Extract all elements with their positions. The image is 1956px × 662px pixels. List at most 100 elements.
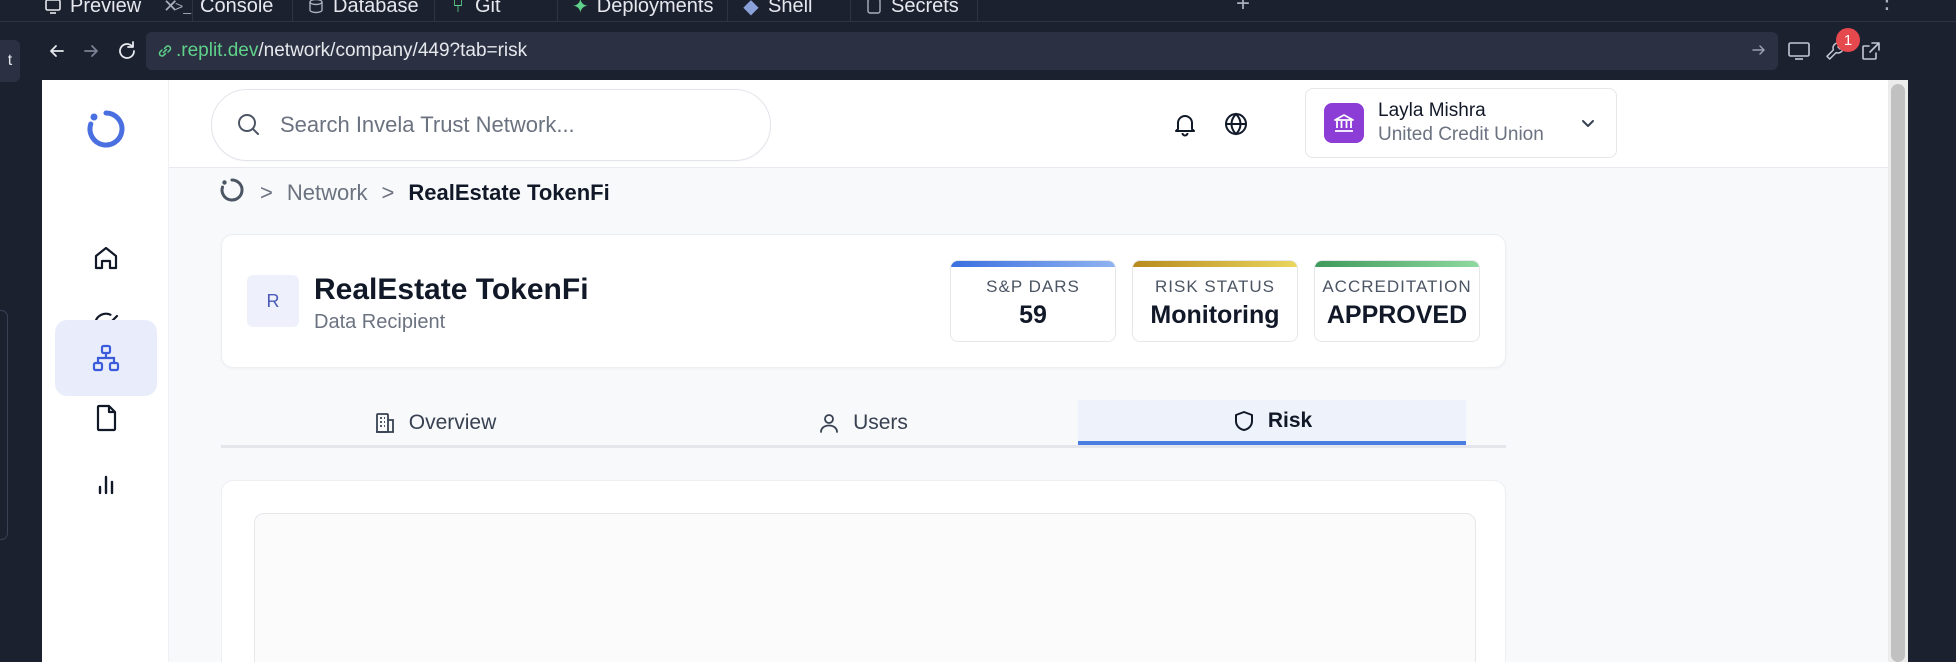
- sidebar-item-files[interactable]: [55, 380, 157, 456]
- breadcrumb: > Network > RealEstate TokenFi: [218, 178, 610, 208]
- ide-tab-git[interactable]: ⑂ Git: [435, 0, 558, 21]
- bell-icon: [1175, 115, 1195, 137]
- company-avatar: R: [247, 275, 299, 327]
- reload-button[interactable]: [112, 36, 142, 66]
- breadcrumb-current: RealEstate TokenFi: [408, 180, 610, 205]
- url-field[interactable]: .replit.dev/network/company/449?tab=risk: [146, 32, 1778, 70]
- add-tab-button[interactable]: +: [1236, 0, 1250, 18]
- invela-logo-icon: [87, 110, 125, 148]
- user-icon: [820, 413, 838, 433]
- stat-label: ACCREDITATION: [1322, 277, 1472, 296]
- lock-icon: [865, 0, 883, 15]
- terminal-icon: >_: [175, 0, 191, 14]
- tab-users[interactable]: Users: [648, 400, 1077, 445]
- git-icon: ⑂: [452, 0, 464, 17]
- chevron-down-icon: [1578, 113, 1598, 138]
- ide-tab-secrets[interactable]: Secrets: [851, 0, 978, 21]
- open-url-icon[interactable]: [1750, 41, 1768, 65]
- company-type: Data Recipient: [314, 311, 446, 333]
- stat-value: APPROVED: [1326, 301, 1468, 329]
- ide-tab-label: Git: [475, 0, 501, 17]
- stat-label: S&P DARS: [986, 277, 1080, 296]
- ide-tab-database[interactable]: Database: [293, 0, 435, 21]
- risk-content-panel: [254, 513, 1476, 662]
- address-bar-row: .replit.dev/network/company/449?tab=risk: [42, 22, 1956, 80]
- network-icon: [92, 344, 120, 372]
- ide-tab-label: Deployments: [596, 0, 714, 17]
- shell-icon: ◆: [743, 0, 759, 18]
- arrow-left-icon: [50, 45, 64, 57]
- ide-tab-label: Console: [200, 0, 274, 17]
- database-icon: [307, 0, 325, 15]
- stat-accent-bar: [1133, 261, 1297, 267]
- scrollbar-thumb[interactable]: [1891, 84, 1905, 662]
- tab-label: Risk: [1267, 408, 1313, 432]
- sidebar-item-home[interactable]: [55, 220, 157, 296]
- company-tabs: Overview Users Risk: [221, 400, 1506, 448]
- ide-tab-bar: Preview ✕ >_ Console Database ⑂ Git ✦ De…: [0, 0, 1956, 22]
- notifications-button[interactable]: [1169, 108, 1201, 140]
- company-header-card: R RealEstate TokenFi Data Recipient S&P …: [221, 234, 1506, 368]
- building-icon: [375, 412, 394, 433]
- monitor-icon: [1788, 42, 1810, 60]
- org-avatar: [1324, 103, 1364, 143]
- company-name: RealEstate TokenFi: [314, 273, 589, 306]
- risk-content-card: [221, 480, 1506, 662]
- sidebar-item-insights[interactable]: [55, 446, 157, 522]
- tab-label: Users: [853, 410, 908, 434]
- ide-tab-label: Database: [333, 0, 419, 17]
- home-icon: [94, 246, 118, 270]
- panel-toggle-label: t: [7, 52, 13, 69]
- ide-tab-console[interactable]: >_ Console: [160, 0, 293, 21]
- tab-risk[interactable]: Risk: [1078, 400, 1466, 445]
- ide-tab-label: Secrets: [891, 0, 959, 17]
- stat-label: RISK STATUS: [1155, 277, 1275, 296]
- open-new-tab-button[interactable]: [1856, 36, 1886, 66]
- tab-overview[interactable]: Overview: [221, 400, 648, 445]
- search-icon: [238, 114, 259, 135]
- bar-chart-icon: [98, 475, 114, 495]
- file-icon: [96, 404, 117, 432]
- side-panel-edge: [0, 310, 8, 540]
- bank-icon: [1334, 114, 1354, 132]
- url-path: /network/company/449?tab=risk: [258, 40, 528, 61]
- stat-accent-bar: [951, 261, 1115, 267]
- ide-tab-label: Shell: [768, 0, 813, 17]
- app-topbar: Layla Mishra United Credit Union: [169, 80, 1908, 168]
- forward-button[interactable]: [76, 36, 106, 66]
- user-org: United Credit Union: [1378, 124, 1544, 145]
- stat-card-sp-dars: S&P DARS 59: [950, 260, 1116, 342]
- stat-value: 59: [1019, 301, 1047, 329]
- search-input[interactable]: [280, 112, 720, 138]
- deploy-icon: ✦: [572, 0, 589, 18]
- devtools-badge: 1: [1836, 28, 1860, 52]
- more-icon[interactable]: ⋮: [1876, 0, 1898, 14]
- preview-icon: [44, 0, 62, 15]
- reload-icon: [119, 41, 135, 59]
- breadcrumb-network-link[interactable]: Network: [287, 180, 368, 206]
- arrow-right-icon: [84, 45, 98, 57]
- search-bar[interactable]: [211, 89, 771, 161]
- tab-label: Overview: [408, 410, 497, 434]
- ide-left-strip: t: [0, 22, 42, 662]
- ide-tab-shell[interactable]: ◆ Shell: [728, 0, 851, 21]
- app-sidebar: [42, 80, 169, 662]
- url-host: .replit.dev: [176, 40, 259, 61]
- user-menu[interactable]: Layla Mishra United Credit Union: [1305, 88, 1617, 158]
- stat-value: Monitoring: [1150, 301, 1280, 329]
- back-button[interactable]: [42, 36, 72, 66]
- user-name: Layla Mishra: [1378, 100, 1486, 121]
- panel-toggle-button[interactable]: t: [0, 40, 20, 82]
- stat-card-risk-status: RISK STATUS Monitoring: [1132, 260, 1298, 342]
- external-link-icon: [1862, 42, 1880, 60]
- stat-accent-bar: [1315, 261, 1479, 267]
- invela-logo[interactable]: [85, 108, 127, 155]
- stat-card-accreditation: ACCREDITATION APPROVED: [1314, 260, 1480, 342]
- ide-tab-deployments[interactable]: ✦ Deployments: [558, 0, 728, 21]
- app-viewport: Layla Mishra United Credit Union > Netwo…: [42, 80, 1908, 662]
- globe-icon: [1225, 112, 1247, 136]
- breadcrumb-home-icon[interactable]: [218, 176, 246, 210]
- ide-tab-label: Preview: [70, 0, 142, 17]
- devices-button[interactable]: [1784, 36, 1814, 66]
- language-button[interactable]: [1220, 108, 1252, 140]
